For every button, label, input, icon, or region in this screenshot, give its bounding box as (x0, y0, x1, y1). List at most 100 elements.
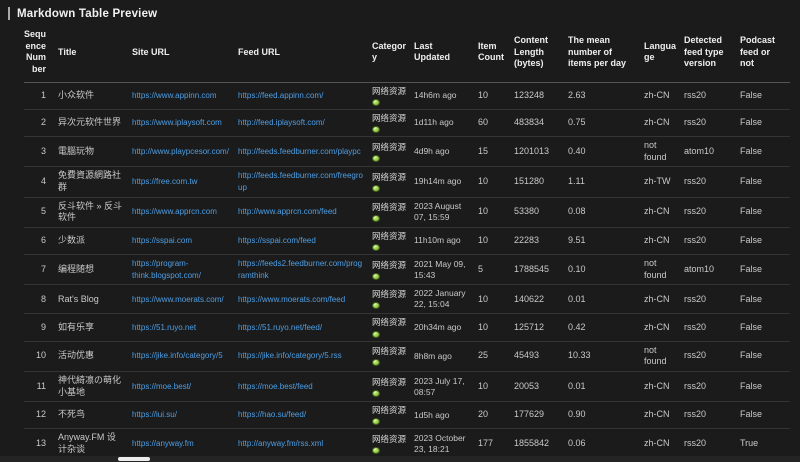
cell-feed-url: https://feed.appinn.com/ (238, 82, 372, 109)
cell-item-count: 177 (478, 429, 514, 459)
table-row: 1 小众软件 https://www.appinn.com https://fe… (24, 82, 790, 109)
feed-url-link[interactable]: http://anyway.fm/rss.xml (238, 439, 323, 448)
feed-url-link[interactable]: https://www.moerats.com/feed (238, 295, 345, 304)
horizontal-scrollbar[interactable] (0, 456, 800, 462)
table-row: 4 免費資源網路社群 https://free.com.tw http://fe… (24, 167, 790, 197)
title-accent-bar (8, 7, 10, 20)
site-url-link[interactable]: https://www.apprcn.com (132, 207, 217, 216)
cell-title: 异次元软件世界 (58, 109, 132, 136)
cell-language: zh-CN (644, 197, 684, 227)
category-green-dot-icon (372, 418, 380, 425)
table-row: 10 活动优惠 https://jike.info/category/5 htt… (24, 341, 790, 371)
cell-sequence-number: 13 (24, 429, 58, 459)
table-row: 5 反斗软件 » 反斗软件 https://www.apprcn.com htt… (24, 197, 790, 227)
cell-category: 网络资源 (372, 255, 414, 285)
cell-content-length: 140622 (514, 285, 568, 314)
table-row: 6 少数派 https://sspai.com https://sspai.co… (24, 227, 790, 254)
cell-content-length: 483834 (514, 109, 568, 136)
category-label: 网络资源 (372, 317, 406, 328)
cell-mean-items: 9.51 (568, 227, 644, 254)
site-url-link[interactable]: https://anyway.fm (132, 439, 194, 448)
category-green-dot-icon (372, 447, 380, 454)
table-row: 7 编程随想 https://program-think.blogspot.co… (24, 255, 790, 285)
cell-podcast: False (740, 82, 790, 109)
cell-last-updated: 1d5h ago (414, 402, 478, 429)
site-url-link[interactable]: https://51.ruyo.net (132, 323, 196, 332)
cell-podcast: False (740, 371, 790, 401)
cell-content-length: 20053 (514, 371, 568, 401)
cell-item-count: 10 (478, 197, 514, 227)
cell-title: 少数派 (58, 227, 132, 254)
feed-url-link[interactable]: https://feeds2.feedburner.com/programthi… (238, 259, 362, 280)
cell-language: not found (644, 341, 684, 371)
table-body: 1 小众软件 https://www.appinn.com https://fe… (24, 82, 790, 462)
cell-item-count: 10 (478, 167, 514, 197)
cell-item-count: 10 (478, 82, 514, 109)
cell-category: 网络资源 (372, 314, 414, 341)
cell-site-url: http://www.playpcesor.com/ (132, 136, 238, 166)
cell-content-length: 53380 (514, 197, 568, 227)
feed-url-link[interactable]: https://jike.info/category/5.rss (238, 351, 342, 360)
cell-item-count: 60 (478, 109, 514, 136)
site-url-link[interactable]: https://www.appinn.com (132, 91, 216, 100)
feed-url-link[interactable]: http://feed.iplaysoft.com/ (238, 118, 325, 127)
feed-url-link[interactable]: http://www.apprcn.com/feed (238, 207, 337, 216)
cell-last-updated: 14h6m ago (414, 82, 478, 109)
category-green-dot-icon (372, 99, 380, 106)
cell-category: 网络资源 (372, 109, 414, 136)
horizontal-scrollbar-thumb[interactable] (118, 457, 150, 461)
category-label: 网络资源 (372, 377, 406, 388)
feed-url-link[interactable]: http://feeds.feedburner.com/playpc (238, 147, 361, 156)
site-url-link[interactable]: https://program-think.blogspot.com/ (132, 259, 201, 280)
feed-preview-table: Sequence Number Title Site URL Feed URL … (24, 24, 790, 462)
cell-title: 编程随想 (58, 255, 132, 285)
cell-language: zh-CN (644, 109, 684, 136)
cell-title: 電腦玩物 (58, 136, 132, 166)
cell-item-count: 10 (478, 227, 514, 254)
cell-feed-url: http://anyway.fm/rss.xml (238, 429, 372, 459)
cell-title: 反斗软件 » 反斗软件 (58, 197, 132, 227)
cell-content-length: 151280 (514, 167, 568, 197)
cell-sequence-number: 4 (24, 167, 58, 197)
cell-feed-type: rss20 (684, 82, 740, 109)
feed-url-link[interactable]: https://hao.su/feed/ (238, 410, 306, 419)
category-label: 网络资源 (372, 202, 406, 213)
cell-sequence-number: 12 (24, 402, 58, 429)
site-url-link[interactable]: https://sspai.com (132, 236, 192, 245)
cell-mean-items: 0.90 (568, 402, 644, 429)
feed-url-link[interactable]: https://51.ruyo.net/feed/ (238, 323, 322, 332)
cell-last-updated: 11h10m ago (414, 227, 478, 254)
cell-category: 网络资源 (372, 227, 414, 254)
category-green-dot-icon (372, 331, 380, 338)
site-url-link[interactable]: https://free.com.tw (132, 177, 197, 186)
cell-site-url: https://www.iplaysoft.com (132, 109, 238, 136)
page-title: Markdown Table Preview (17, 8, 157, 20)
category-green-dot-icon (372, 185, 380, 192)
cell-mean-items: 0.06 (568, 429, 644, 459)
site-url-link[interactable]: https://moe.best/ (132, 382, 191, 391)
cell-title: 不死鸟 (58, 402, 132, 429)
site-url-link[interactable]: https://iui.su/ (132, 410, 177, 419)
feed-url-link[interactable]: http://feeds.feedburner.com/freegroup (238, 171, 363, 192)
cell-category: 网络资源 (372, 136, 414, 166)
category-green-dot-icon (372, 273, 380, 280)
cell-category: 网络资源 (372, 285, 414, 314)
cell-language: not found (644, 255, 684, 285)
site-url-link[interactable]: http://www.playpcesor.com/ (132, 147, 229, 156)
feed-url-link[interactable]: https://moe.best/feed (238, 382, 313, 391)
cell-content-length: 123248 (514, 82, 568, 109)
site-url-link[interactable]: https://jike.info/category/5 (132, 351, 223, 360)
cell-mean-items: 0.10 (568, 255, 644, 285)
cell-feed-type: rss20 (684, 371, 740, 401)
feed-url-link[interactable]: https://feed.appinn.com/ (238, 91, 323, 100)
page-title-bar: Markdown Table Preview (0, 0, 800, 24)
feed-url-link[interactable]: https://sspai.com/feed (238, 236, 316, 245)
site-url-link[interactable]: https://www.moerats.com/ (132, 295, 224, 304)
cell-mean-items: 0.75 (568, 109, 644, 136)
category-label: 网络资源 (372, 142, 406, 153)
category-green-dot-icon (372, 155, 380, 162)
cell-feed-type: rss20 (684, 167, 740, 197)
category-green-dot-icon (372, 359, 380, 366)
cell-language: zh-CN (644, 402, 684, 429)
site-url-link[interactable]: https://www.iplaysoft.com (132, 118, 222, 127)
